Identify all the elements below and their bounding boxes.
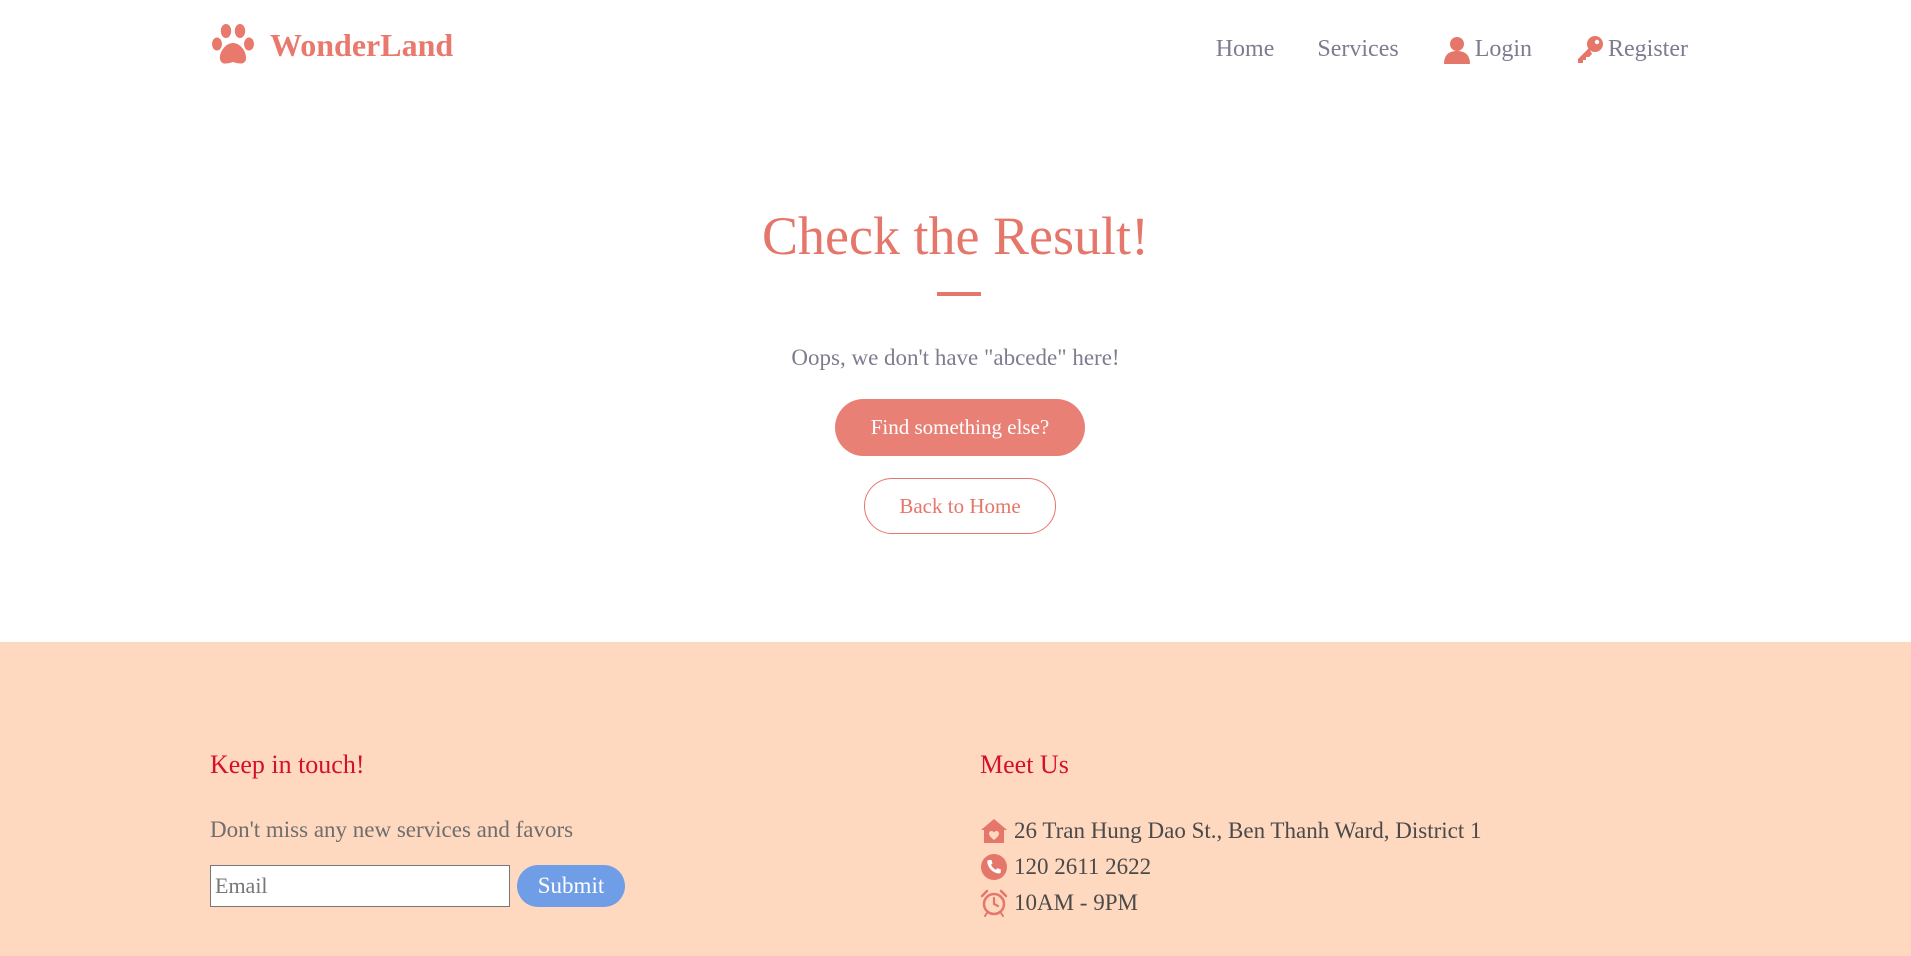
page-title: Check the Result! [762,206,1149,266]
address-text: 26 Tran Hung Dao St., Ben Thanh Ward, Di… [1014,818,1482,843]
title-divider [937,292,981,296]
key-icon [1575,34,1608,64]
user-icon [1442,34,1475,64]
email-field[interactable] [210,865,510,907]
nav-login-label: Login [1474,35,1533,62]
hours-text: 10AM - 9PM [1014,890,1138,915]
contact-hours: 10AM - 9PM [980,889,1138,917]
submit-button[interactable]: Submit [517,865,625,907]
alarm-clock-icon [980,889,1014,917]
site-footer: Keep in touch! Don't miss any new servic… [0,642,1911,956]
brand-name: WonderLand [270,26,454,63]
nav-home[interactable]: Home [1216,36,1275,63]
nav-register-label: Register [1608,35,1688,62]
result-section: Check the Result! Oops, we don't have "a… [0,100,1911,642]
result-message: Oops, we don't have "abcede" here! [791,345,1120,370]
keep-in-touch-heading: Keep in touch! [210,750,365,779]
phone-text: 120 2611 2622 [1014,854,1152,879]
logo[interactable]: WonderLand [210,22,453,68]
nav-login[interactable]: Login [1442,34,1532,64]
nav-register[interactable]: Register [1575,34,1688,64]
nav-services[interactable]: Services [1317,36,1398,63]
home-icon [980,817,1014,845]
back-to-home-button[interactable]: Back to Home [864,478,1056,534]
main-nav: Home Services Login Register [1173,34,1688,64]
paw-icon [210,22,256,68]
find-something-button[interactable]: Find something else? [835,399,1085,456]
meet-us-heading: Meet Us [980,750,1069,779]
contact-address: 26 Tran Hung Dao St., Ben Thanh Ward, Di… [980,817,1482,845]
subscribe-text: Don't miss any new services and favors [210,817,574,842]
contact-phone: 120 2611 2622 [980,853,1151,881]
phone-icon [980,853,1014,881]
site-header: WonderLand Home Services Login Register [0,0,1911,100]
